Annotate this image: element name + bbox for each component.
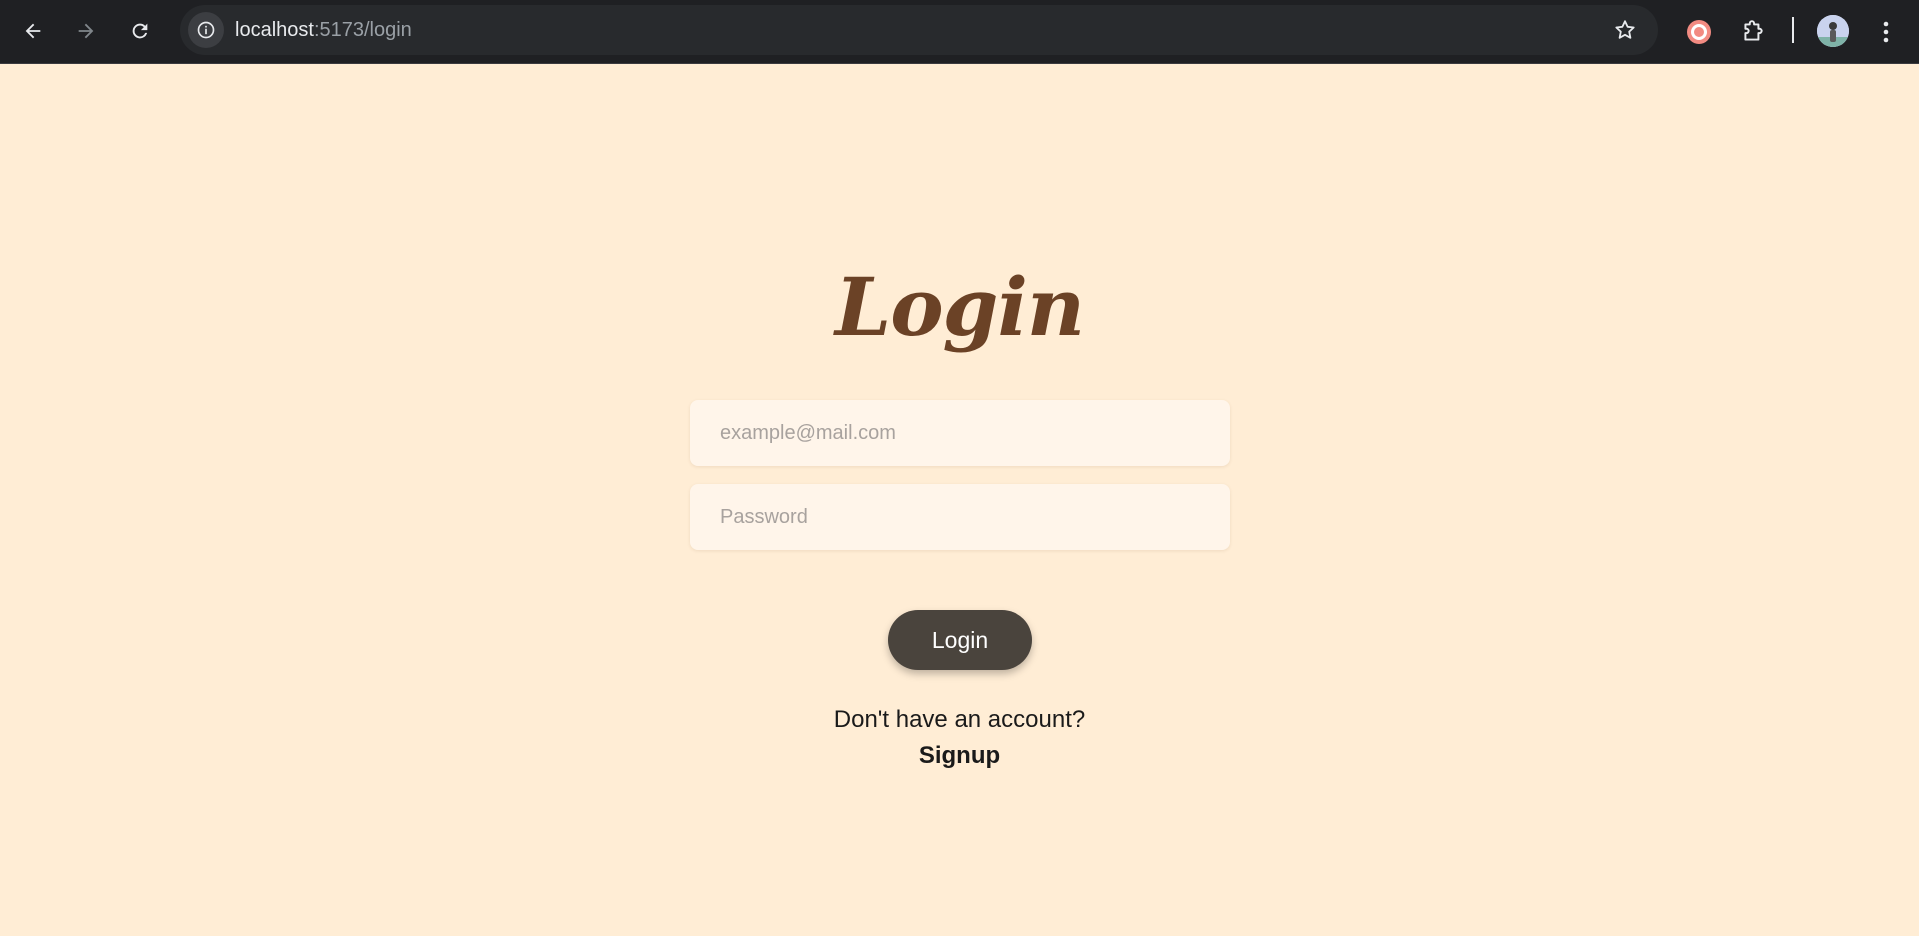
forward-button[interactable] xyxy=(66,11,106,51)
back-button[interactable] xyxy=(13,11,53,51)
bookmark-button[interactable] xyxy=(1610,15,1640,45)
record-icon xyxy=(1687,20,1711,44)
arrow-right-icon xyxy=(78,23,94,39)
toolbar-divider xyxy=(1792,17,1794,43)
login-button[interactable]: Login xyxy=(888,610,1032,670)
extensions-button[interactable] xyxy=(1734,13,1772,51)
reload-button[interactable] xyxy=(120,11,160,51)
info-icon xyxy=(197,21,215,39)
browser-menu-button[interactable] xyxy=(1868,13,1904,51)
browser-toolbar: localhost:5173/login xyxy=(0,0,1919,64)
signup-prompt: Don't have an account? xyxy=(833,706,1086,733)
url-path: :5173/login xyxy=(313,19,412,41)
signup-link[interactable]: Signup xyxy=(0,742,1919,770)
kebab-menu-icon xyxy=(1883,21,1889,43)
login-page: Login Login Don't have an account? Signu… xyxy=(0,65,1919,936)
address-bar[interactable]: localhost:5173/login xyxy=(180,5,1658,55)
profile-avatar[interactable] xyxy=(1817,15,1849,47)
arrow-left-icon xyxy=(25,23,41,39)
password-field[interactable] xyxy=(690,484,1230,550)
star-icon xyxy=(1615,20,1635,39)
site-info-button[interactable] xyxy=(188,12,224,48)
puzzle-icon xyxy=(1744,20,1763,41)
avatar-icon xyxy=(1817,15,1849,47)
reload-icon xyxy=(132,23,148,39)
email-field[interactable] xyxy=(690,400,1230,466)
url-host: localhost xyxy=(235,19,314,41)
record-extension-button[interactable] xyxy=(1680,13,1718,51)
page-title: Login xyxy=(834,260,1085,354)
url-text: localhost:5173/login xyxy=(235,5,412,55)
